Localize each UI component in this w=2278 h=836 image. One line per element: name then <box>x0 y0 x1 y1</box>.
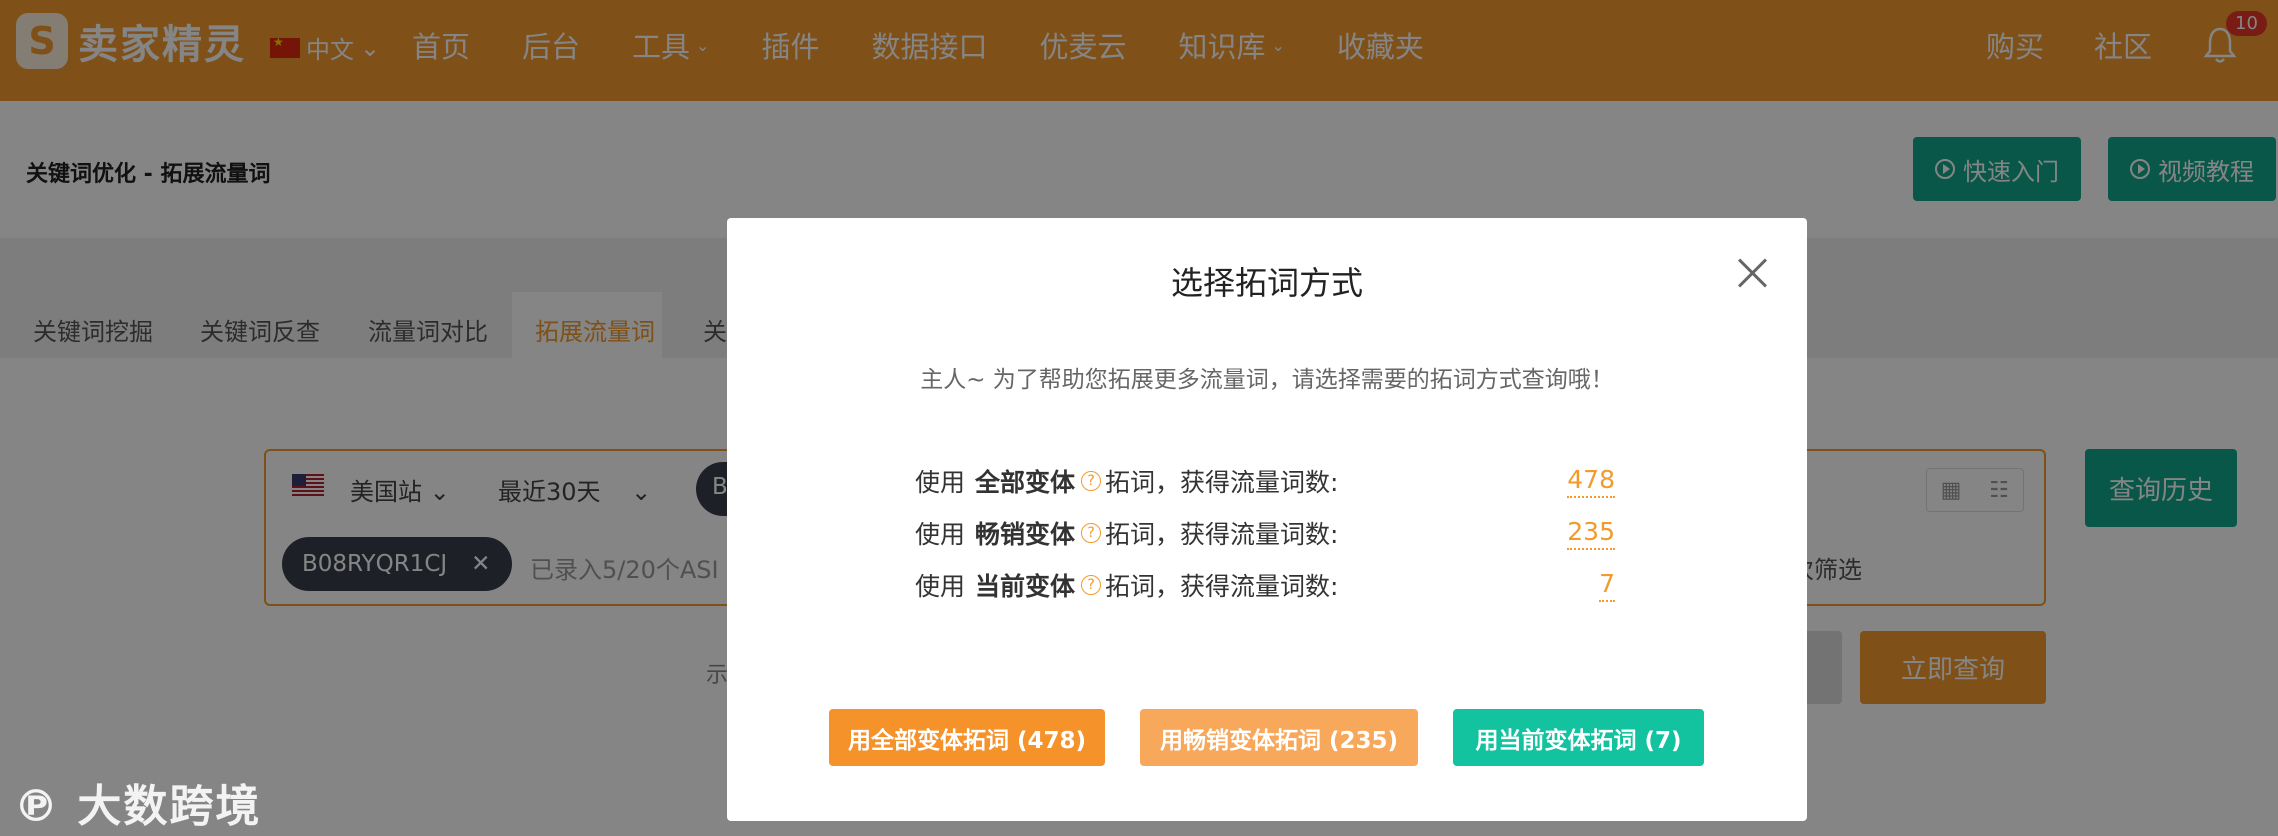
option-name: 当前变体 <box>975 572 1076 601</box>
option-all-variants: 使用 全部变体 ? 拓词，获得流量词数: 478 <box>915 463 1615 499</box>
modal-description: 主人~ 为了帮助您拓展更多流量词，请选择需要的拓词方式查询哦！ <box>920 367 1614 393</box>
option-name: 全部变体 <box>975 468 1076 497</box>
option-name: 畅销变体 <box>975 520 1076 549</box>
option-prefix: 使用 <box>915 468 966 497</box>
option-count[interactable]: 235 <box>1567 517 1615 550</box>
expand-method-modal: 选择拓词方式 主人~ 为了帮助您拓展更多流量词，请选择需要的拓词方式查询哦！ 使… <box>727 218 1807 821</box>
close-icon[interactable] <box>1735 256 1769 290</box>
expand-bestseller-variants-button[interactable]: 用畅销变体拓词 (235) <box>1140 709 1418 766</box>
help-icon[interactable]: ? <box>1081 471 1102 491</box>
option-bestseller-variants: 使用 畅销变体 ? 拓词，获得流量词数: 235 <box>915 515 1615 551</box>
help-icon[interactable]: ? <box>1081 575 1102 595</box>
option-count[interactable]: 7 <box>1599 569 1615 602</box>
option-suffix: 拓词，获得流量词数: <box>1105 468 1339 497</box>
option-prefix: 使用 <box>915 520 966 549</box>
watermark-text: 大数跨境 <box>77 781 262 832</box>
option-current-variant: 使用 当前变体 ? 拓词，获得流量词数: 7 <box>915 567 1615 603</box>
watermark: ℗ 大数跨境 <box>14 781 262 832</box>
expand-all-variants-button[interactable]: 用全部变体拓词 (478) <box>829 709 1105 766</box>
help-icon[interactable]: ? <box>1081 523 1102 543</box>
modal-title: 选择拓词方式 <box>1170 264 1363 302</box>
option-suffix: 拓词，获得流量词数: <box>1105 572 1339 601</box>
option-count[interactable]: 478 <box>1567 465 1615 498</box>
option-suffix: 拓词，获得流量词数: <box>1105 520 1339 549</box>
expand-current-variant-button[interactable]: 用当前变体拓词 (7) <box>1453 709 1704 766</box>
option-prefix: 使用 <box>915 572 966 601</box>
